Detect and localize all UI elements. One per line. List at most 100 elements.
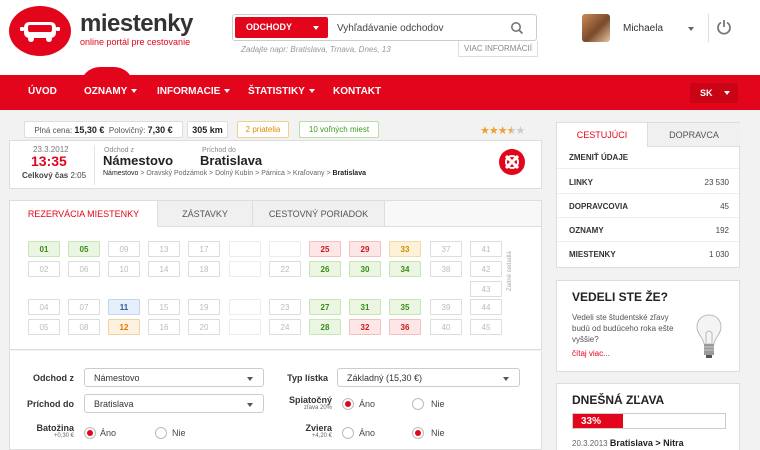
seat-43[interactable]: 43 [470,281,502,297]
pet-no-radio[interactable] [412,427,424,439]
seat-40[interactable]: 40 [430,319,462,335]
seat-07[interactable]: 07 [68,299,100,315]
seat-45[interactable]: 45 [470,319,502,335]
friends-count: 2 priatelia [245,125,281,134]
seat-34[interactable]: 34 [389,261,421,277]
search-mode-dropdown[interactable]: ODCHODY [235,17,328,38]
route-stop: Kraľovany [292,170,325,177]
seat-27[interactable]: 27 [309,299,341,315]
seat-18[interactable]: 18 [188,261,220,277]
seat-30[interactable]: 30 [349,261,381,277]
seat-15[interactable]: 15 [148,299,180,315]
seat-42[interactable]: 42 [470,261,502,277]
brand[interactable]: miestenky online portál pre cestovanie [80,10,193,48]
nav-item-uvod[interactable]: ÚVOD [28,86,57,97]
seat-32[interactable]: 32 [349,319,381,335]
pet-yes-radio[interactable] [342,427,354,439]
tab-reservation[interactable]: REZERVÁCIA MIESTENKY [10,201,158,227]
seat-17[interactable]: 17 [188,241,220,257]
rating-stars[interactable]: ★★★★★ [480,124,525,137]
change-data-link[interactable]: ZMENIŤ ÚDAJE [557,147,739,169]
return-yes-radio[interactable] [342,398,354,410]
change-data-label: ZMENIŤ ÚDAJE [569,153,629,162]
seat-05[interactable]: 05 [68,241,100,257]
friends-chip[interactable]: 2 priatelia [237,121,289,138]
tab-label: ZÁSTAVKY [182,209,228,219]
tab-passenger[interactable]: CESTUJÚCI [557,123,648,147]
star-half-icon: ★ [506,125,517,137]
avatar[interactable] [582,14,610,42]
seat-05[interactable]: 05 [28,319,60,335]
return-no-radio[interactable] [412,398,424,410]
seat-13[interactable]: 13 [148,241,180,257]
star-icon: ★ [497,125,508,137]
luggage-yes-radio[interactable] [84,427,96,439]
more-info-link[interactable]: VIAC INFORMÁCIÍ [458,41,538,57]
seat-41[interactable]: 41 [470,241,502,257]
power-icon[interactable] [716,18,732,36]
search-input[interactable] [337,20,497,36]
tab-carrier[interactable]: DOPRAVCA [648,123,740,147]
seat-29[interactable]: 29 [349,241,381,257]
brand-name: miestenky [80,10,193,37]
seat-09[interactable]: 09 [108,241,140,257]
seat-19[interactable]: 19 [188,299,220,315]
seat-36[interactable]: 36 [389,319,421,335]
seat-01[interactable]: 01 [28,241,60,257]
nav-item-statistiky[interactable]: ŠTATISTIKY [248,86,315,97]
language-select[interactable]: SK [690,83,738,103]
seat-02[interactable]: 02 [28,261,60,277]
logo-icon[interactable] [9,6,71,56]
return-label: Spiatočný [288,395,332,405]
nav-item-informacie[interactable]: INFORMACIE [157,86,231,97]
route-stop: Párnica [261,170,285,177]
pet-label: Zviera [305,423,332,433]
discount-route[interactable]: 20.3.2013 Bratislava > Nitra [572,438,684,448]
nav-label: OZNAMY [84,86,128,97]
seat-23[interactable]: 23 [269,299,301,315]
stat-value: 23 530 [704,178,729,187]
luggage-yes-label: Áno [100,428,117,438]
seat-10[interactable]: 10 [108,261,140,277]
tab-timetable[interactable]: CESTOVNÝ PORIADOK [253,201,385,227]
seat-37[interactable]: 37 [430,241,462,257]
seat-empty [229,299,261,315]
seat-04[interactable]: 04 [28,299,60,315]
read-more-link[interactable]: čítaj viac... [572,349,610,358]
seat-26[interactable]: 26 [309,261,341,277]
seat-35[interactable]: 35 [389,299,421,315]
search-icon[interactable] [510,21,524,35]
seat-33[interactable]: 33 [389,241,421,257]
seat-empty [229,261,261,277]
seat-14[interactable]: 14 [148,261,180,277]
seat-25[interactable]: 25 [309,241,341,257]
user-menu[interactable]: Michaela [578,14,708,42]
seat-28[interactable]: 28 [309,319,341,335]
seat-24[interactable]: 24 [269,319,301,335]
tab-stops[interactable]: ZÁSTAVKY [158,201,253,227]
seat-08[interactable]: 08 [68,319,100,335]
from-select[interactable]: Námestovo [84,368,264,387]
chevron-down-icon [503,377,509,381]
chevron-down-icon [131,89,138,94]
half-price: 7,30 € [147,125,173,135]
seat-31[interactable]: 31 [349,299,381,315]
seat-38[interactable]: 38 [430,261,462,277]
discount-title: DNEŠNÁ ZĽAVA [572,393,665,407]
seat-22[interactable]: 22 [269,261,301,277]
luggage-no-radio[interactable] [155,427,167,439]
nav-item-oznamy[interactable]: OZNAMY [84,86,138,97]
seat-06[interactable]: 06 [68,261,100,277]
seat-16[interactable]: 16 [148,319,180,335]
seat-44[interactable]: 44 [470,299,502,315]
ticket-type-select[interactable]: Základný (15,30 €) [337,368,520,387]
nav-item-kontakt[interactable]: KONTAKT [333,86,381,97]
to-select[interactable]: Bratislava [84,394,264,413]
to-city: Bratislava [200,153,263,168]
seat-20[interactable]: 20 [188,319,220,335]
from-select-value: Námestovo [94,373,140,383]
search-box: ODCHODY [232,14,537,41]
seat-11[interactable]: 11 [108,299,140,315]
seat-12[interactable]: 12 [108,319,140,335]
seat-39[interactable]: 39 [430,299,462,315]
